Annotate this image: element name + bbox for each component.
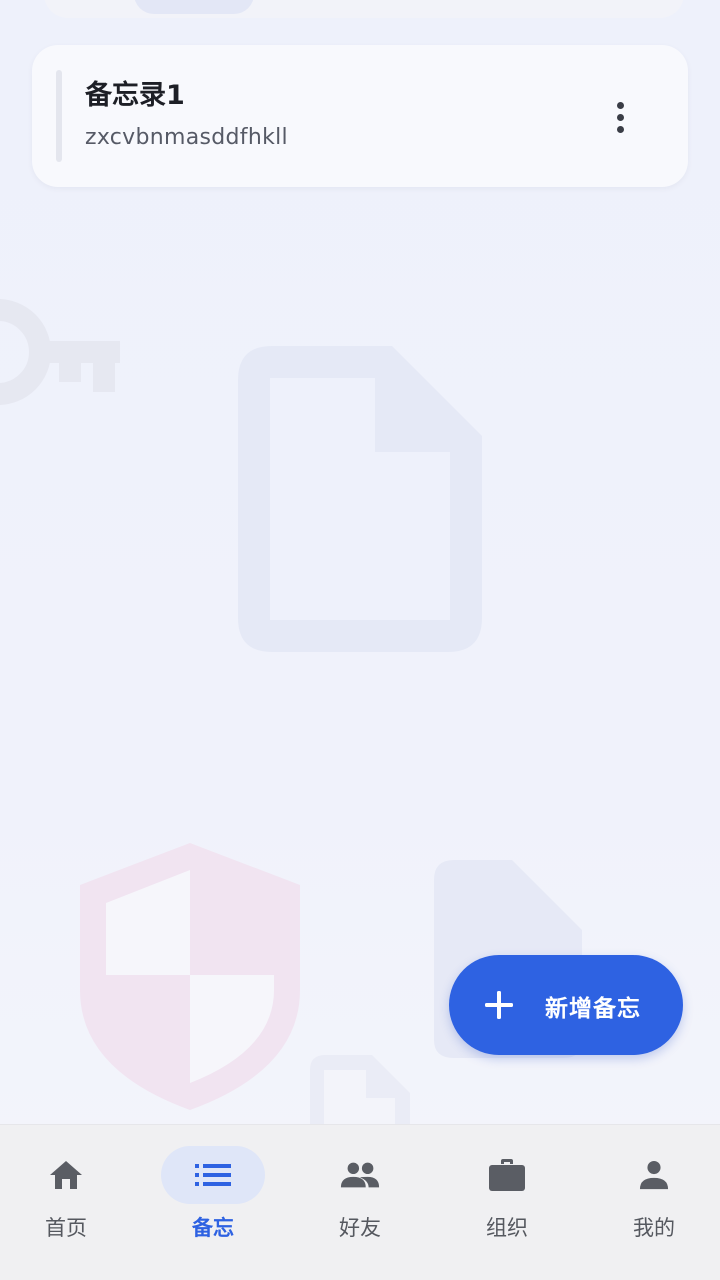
document-watermark-tiny-icon [310,1055,410,1124]
nav-label-home: 首页 [45,1216,87,1240]
nav-icon-container [455,1146,559,1204]
nav-item-home[interactable]: 首页 [0,1125,138,1280]
nav-item-friends[interactable]: 好友 [288,1125,432,1280]
nav-icon-container-active [161,1146,265,1204]
bottom-navigation: 首页 备忘 好友 组织 我的 [0,1124,720,1280]
key-watermark-icon [0,299,120,405]
nav-label-memo: 备忘 [192,1216,234,1240]
plus-icon [485,991,513,1019]
nav-icon-container [308,1146,412,1204]
people-icon [340,1162,380,1188]
nav-label-friends: 好友 [339,1216,381,1240]
memo-title: 备忘录1 [85,80,185,111]
nav-icon-container [14,1146,118,1204]
more-options-icon[interactable] [604,95,636,139]
person-icon [639,1160,669,1190]
document-watermark-icon [238,346,482,652]
nav-item-memo[interactable]: 备忘 [141,1125,285,1280]
nav-item-mine[interactable]: 我的 [582,1125,720,1280]
add-memo-label: 新增备忘 [545,996,641,1022]
briefcase-icon [489,1159,525,1191]
home-icon [50,1161,82,1189]
nav-label-mine: 我的 [633,1216,675,1240]
memo-content: zxcvbnmasddfhkll [85,125,288,150]
nav-item-organization[interactable]: 组织 [435,1125,579,1280]
more-dot [616,113,624,121]
add-memo-button[interactable]: 新增备忘 [449,955,683,1055]
background-decoration [0,299,582,1124]
previous-card-tab [134,0,254,14]
nav-icon-container [602,1146,706,1204]
previous-card-partial [44,0,684,18]
more-dot [616,125,624,133]
more-dot [616,101,624,109]
list-icon [195,1164,231,1186]
nav-label-organization: 组织 [486,1216,528,1240]
memo-card[interactable]: 备忘录1 zxcvbnmasddfhkll [32,45,688,187]
memo-accent-bar [56,70,62,162]
shield-watermark-icon [80,843,300,1110]
